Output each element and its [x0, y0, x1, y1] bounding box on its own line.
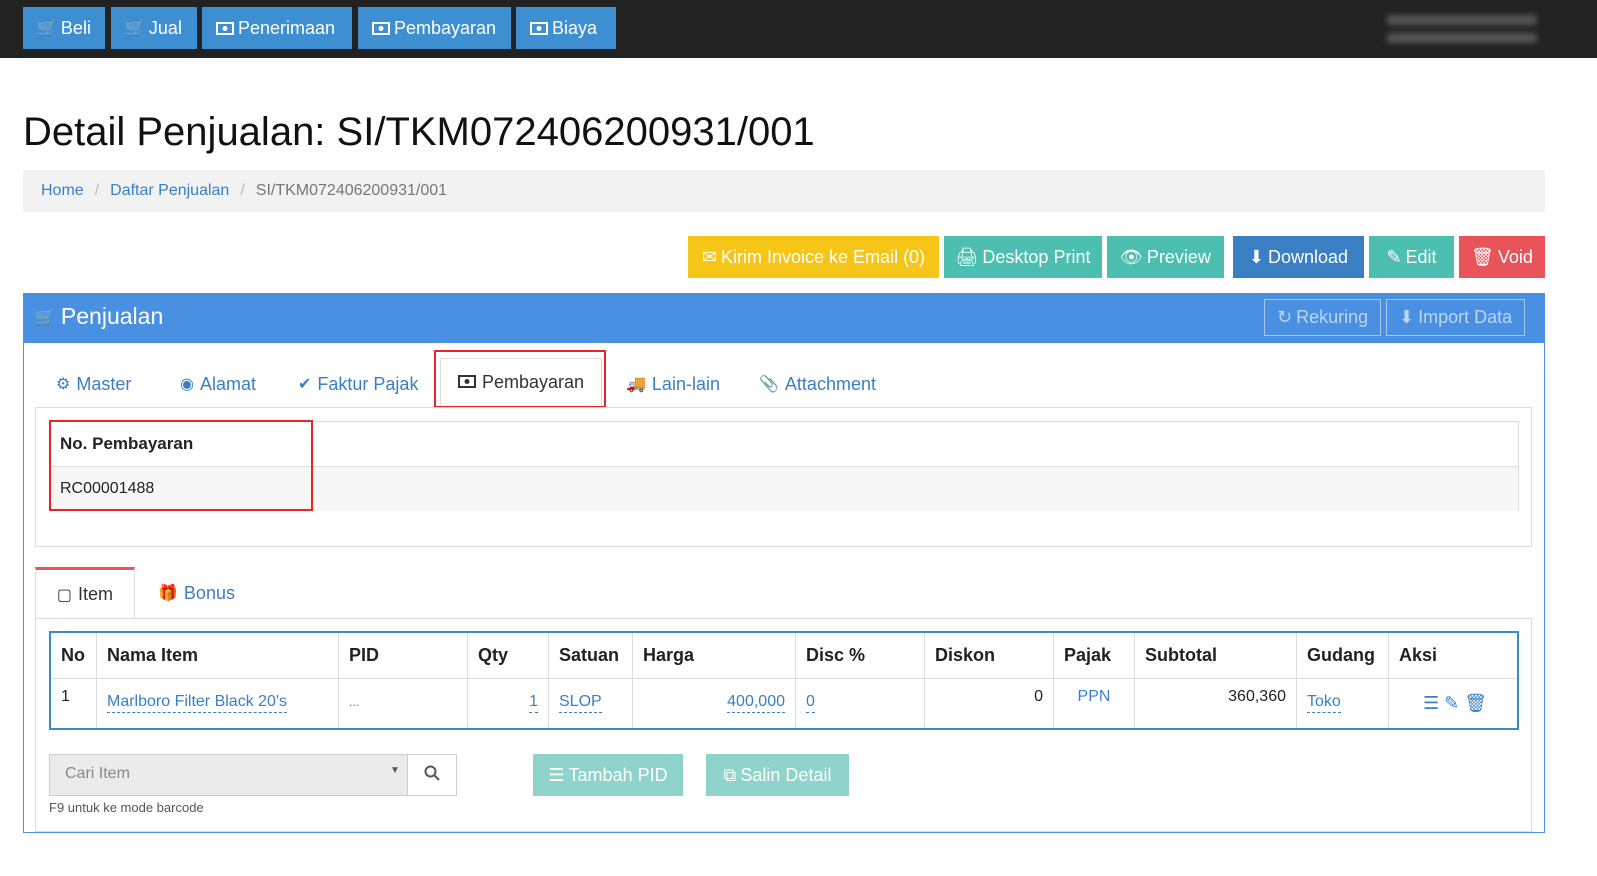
cart-icon: 🛒: [37, 20, 57, 37]
nav-pembayaran-button[interactable]: Pembayaran: [358, 7, 511, 49]
tab-master[interactable]: ⚙ Master: [56, 364, 131, 404]
import-data-button[interactable]: ⬇ Import Data: [1386, 299, 1526, 336]
trash-icon: 🗑: [1471, 246, 1494, 267]
nav-penerimaan-button[interactable]: Penerimaan: [202, 7, 352, 49]
column-header: Nama Item: [97, 633, 339, 678]
envelope-icon: ✉: [701, 246, 718, 267]
money-icon: [530, 21, 548, 35]
truck-icon: 🚚: [626, 376, 646, 393]
column-header: Qty: [468, 633, 549, 678]
gears-icon: ⚙: [56, 376, 71, 393]
download-button[interactable]: ⬇ Download: [1233, 236, 1364, 278]
cell-diskon: 0: [925, 678, 1054, 728]
rekuring-button[interactable]: ↻ Rekuring: [1264, 299, 1382, 336]
satuan-link[interactable]: SLOP: [559, 692, 602, 713]
cell-nama-item: Marlboro Filter Black 20's: [97, 678, 339, 728]
barcode-icon[interactable]: ☰: [1423, 693, 1439, 714]
column-header: Subtotal: [1135, 633, 1297, 678]
column-header: No: [51, 633, 97, 678]
cell-harga: 400,000: [633, 678, 796, 728]
send-email-button[interactable]: ✉ Kirim Invoice ke Email (0): [688, 236, 939, 278]
column-header: Pajak: [1054, 633, 1135, 678]
column-header: Satuan: [549, 633, 633, 678]
column-header: PID: [339, 633, 468, 678]
nav-beli-button[interactable]: 🛒 Beli: [23, 7, 105, 49]
harga-link[interactable]: 400,000: [727, 692, 785, 713]
money-icon: [216, 21, 234, 35]
preview-button[interactable]: 👁 Preview: [1107, 236, 1224, 278]
disc-link[interactable]: 0: [806, 692, 815, 713]
nav-biaya-button[interactable]: Biaya: [516, 7, 616, 49]
highlight-box: [49, 420, 313, 511]
nav-jual-button[interactable]: 🛒 Jual: [111, 7, 197, 49]
check-circle-icon: ✔: [298, 376, 312, 393]
tab-item[interactable]: ▢ Item: [35, 567, 135, 619]
breadcrumb-separator: /: [240, 182, 245, 199]
refresh-icon: ↻: [1277, 307, 1293, 327]
tab-attachment[interactable]: 📎 Attachment: [759, 364, 876, 404]
highlight-box: [434, 350, 606, 408]
gift-icon: 🎁: [158, 585, 178, 602]
edit-button[interactable]: ✎ Edit: [1369, 236, 1454, 278]
pencil-icon[interactable]: ✎: [1444, 693, 1459, 714]
cell-pid: ...: [339, 678, 468, 728]
tab-bonus[interactable]: 🎁 Bonus: [158, 567, 235, 619]
money-icon: [372, 21, 390, 35]
cart-icon: 🛒: [125, 20, 145, 37]
item-name-link[interactable]: Marlboro Filter Black 20's: [107, 692, 287, 713]
edit-icon: ✎: [1386, 246, 1402, 267]
cell-no: 1: [51, 678, 97, 728]
paperclip-icon: 📎: [759, 376, 779, 393]
search-icon: [424, 765, 440, 786]
breadcrumb: Home / Daftar Penjualan / SI/TKM07240620…: [23, 170, 1545, 212]
user-info-blurred[interactable]: [1387, 10, 1537, 43]
void-button[interactable]: 🗑 Void: [1459, 236, 1545, 278]
qty-link[interactable]: 1: [529, 692, 538, 713]
barcode-icon: ☰: [548, 764, 565, 785]
breadcrumb-home-link[interactable]: Home: [41, 182, 84, 200]
column-header: Disc %: [796, 633, 925, 678]
column-header: Aksi: [1399, 645, 1438, 665]
column-header: Diskon: [925, 633, 1054, 678]
salin-detail-button[interactable]: ⧉ Salin Detail: [706, 754, 849, 796]
cell-pajak[interactable]: PPN: [1054, 678, 1135, 728]
cell-qty: 1: [468, 678, 549, 728]
cell-subtotal: 360,360: [1135, 678, 1297, 728]
gudang-link[interactable]: Toko: [1307, 692, 1341, 713]
tab-faktur-pajak[interactable]: ✔ Faktur Pajak: [298, 364, 418, 404]
tab-alamat[interactable]: ◉ Alamat: [180, 364, 256, 404]
panel-title: 🛒 Penjualan: [35, 303, 164, 329]
top-navbar: 🛒 Beli 🛒 Jual Penerimaan Pembayaran Biay…: [0, 0, 1597, 58]
column-header: Harga: [633, 633, 796, 678]
tab-lain-lain[interactable]: 🚚 Lain-lain: [626, 364, 720, 404]
breadcrumb-list-link[interactable]: Daftar Penjualan: [110, 182, 229, 200]
download-icon: ⬇: [1248, 246, 1265, 267]
cell-disc: 0: [796, 678, 925, 728]
cart-icon: 🛒: [35, 308, 55, 326]
breadcrumb-current: SI/TKM072406200931/001: [255, 182, 448, 199]
panel-header: 🛒 Penjualan ↻ Rekuring ⬇ Import Data: [23, 293, 1545, 343]
column-header: Gudang: [1297, 633, 1389, 678]
print-icon: 🖨: [955, 246, 979, 267]
cell-satuan: SLOP: [549, 678, 633, 728]
cubes-icon: ▢: [56, 586, 73, 604]
pid-link[interactable]: ...: [349, 692, 359, 712]
cell-aksi: ☰ ✎ 🗑: [1389, 678, 1517, 728]
items-table: No Nama Item PID Qty Satuan Harga Disc %…: [49, 631, 1519, 730]
trash-icon[interactable]: 🗑: [1464, 693, 1487, 714]
breadcrumb-separator: /: [94, 182, 100, 199]
cell-gudang: Toko: [1297, 678, 1389, 728]
download-icon: ⬇: [1399, 307, 1415, 327]
map-marker-icon: ◉: [180, 376, 194, 393]
copy-icon: ⧉: [723, 764, 737, 785]
caret-down-icon: ▼: [390, 765, 400, 776]
page-title: Detail Penjualan: SI/TKM072406200931/001: [23, 110, 815, 154]
search-item-select[interactable]: Cari Item: [49, 754, 408, 796]
desktop-print-button[interactable]: 🖨 Desktop Print: [944, 236, 1102, 278]
search-button[interactable]: [407, 754, 457, 796]
eye-icon: 👁: [1120, 246, 1143, 267]
barcode-hint: F9 untuk ke mode barcode: [49, 800, 204, 815]
tambah-pid-button[interactable]: ☰ Tambah PID: [533, 754, 683, 796]
